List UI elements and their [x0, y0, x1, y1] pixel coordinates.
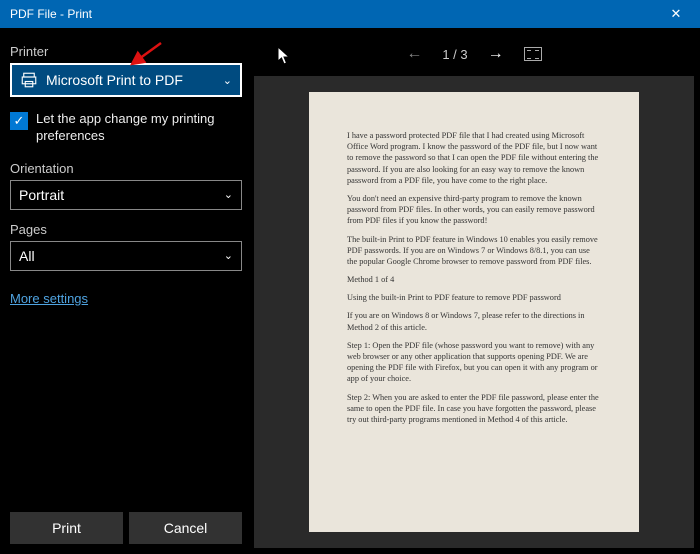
- printer-dropdown[interactable]: Microsoft Print to PDF ⌄: [10, 63, 242, 97]
- printer-label: Printer: [10, 44, 242, 59]
- checkbox-checked-icon[interactable]: ✓: [10, 112, 28, 130]
- preferences-checkbox-row[interactable]: ✓ Let the app change my printing prefere…: [10, 111, 242, 145]
- preview-panel: ← 1 / 3 → I have a password protected PD…: [252, 28, 700, 554]
- preview-toolbar: ← 1 / 3 →: [254, 32, 694, 76]
- document-paragraph: Method 1 of 4: [347, 274, 601, 285]
- fit-page-icon[interactable]: [524, 47, 542, 61]
- document-paragraph: If you are on Windows 8 or Windows 7, pl…: [347, 310, 601, 332]
- chevron-down-icon: ⌄: [224, 249, 233, 262]
- pages-value: All: [19, 248, 224, 264]
- chevron-down-icon: ⌄: [223, 74, 232, 87]
- preferences-checkbox-label: Let the app change my printing preferenc…: [36, 111, 242, 145]
- next-page-icon[interactable]: →: [488, 45, 504, 63]
- close-icon[interactable]: ✕: [662, 6, 690, 22]
- document-paragraph: You don't need an expensive third-party …: [347, 193, 601, 227]
- chevron-down-icon: ⌄: [224, 188, 233, 201]
- document-paragraph: The built-in Print to PDF feature in Win…: [347, 234, 601, 268]
- page-indicator: 1 / 3: [442, 47, 467, 62]
- document-paragraph: Step 2: When you are asked to enter the …: [347, 392, 601, 426]
- document-paragraph: Step 1: Open the PDF file (whose passwor…: [347, 340, 601, 385]
- action-buttons: Print Cancel: [10, 512, 242, 554]
- print-button[interactable]: Print: [10, 512, 123, 544]
- pages-dropdown[interactable]: All ⌄: [10, 241, 242, 271]
- document-page: I have a password protected PDF file tha…: [309, 92, 639, 532]
- main-area: Printer Microsoft Print to PDF ⌄ ✓ Let t…: [0, 28, 700, 554]
- preview-area: I have a password protected PDF file tha…: [254, 76, 694, 548]
- orientation-label: Orientation: [10, 161, 242, 176]
- orientation-value: Portrait: [19, 187, 224, 203]
- prev-page-icon[interactable]: ←: [406, 45, 422, 63]
- printer-value: Microsoft Print to PDF: [46, 72, 223, 88]
- document-paragraph: I have a password protected PDF file tha…: [347, 130, 601, 186]
- title-bar: PDF File - Print ✕: [0, 0, 700, 28]
- cancel-button[interactable]: Cancel: [129, 512, 242, 544]
- orientation-dropdown[interactable]: Portrait ⌄: [10, 180, 242, 210]
- more-settings-link[interactable]: More settings: [10, 291, 242, 306]
- window-title: PDF File - Print: [10, 7, 662, 21]
- printer-icon: [20, 71, 38, 89]
- print-options-panel: Printer Microsoft Print to PDF ⌄ ✓ Let t…: [0, 28, 252, 554]
- document-paragraph: Using the built-in Print to PDF feature …: [347, 292, 601, 303]
- pages-label: Pages: [10, 222, 242, 237]
